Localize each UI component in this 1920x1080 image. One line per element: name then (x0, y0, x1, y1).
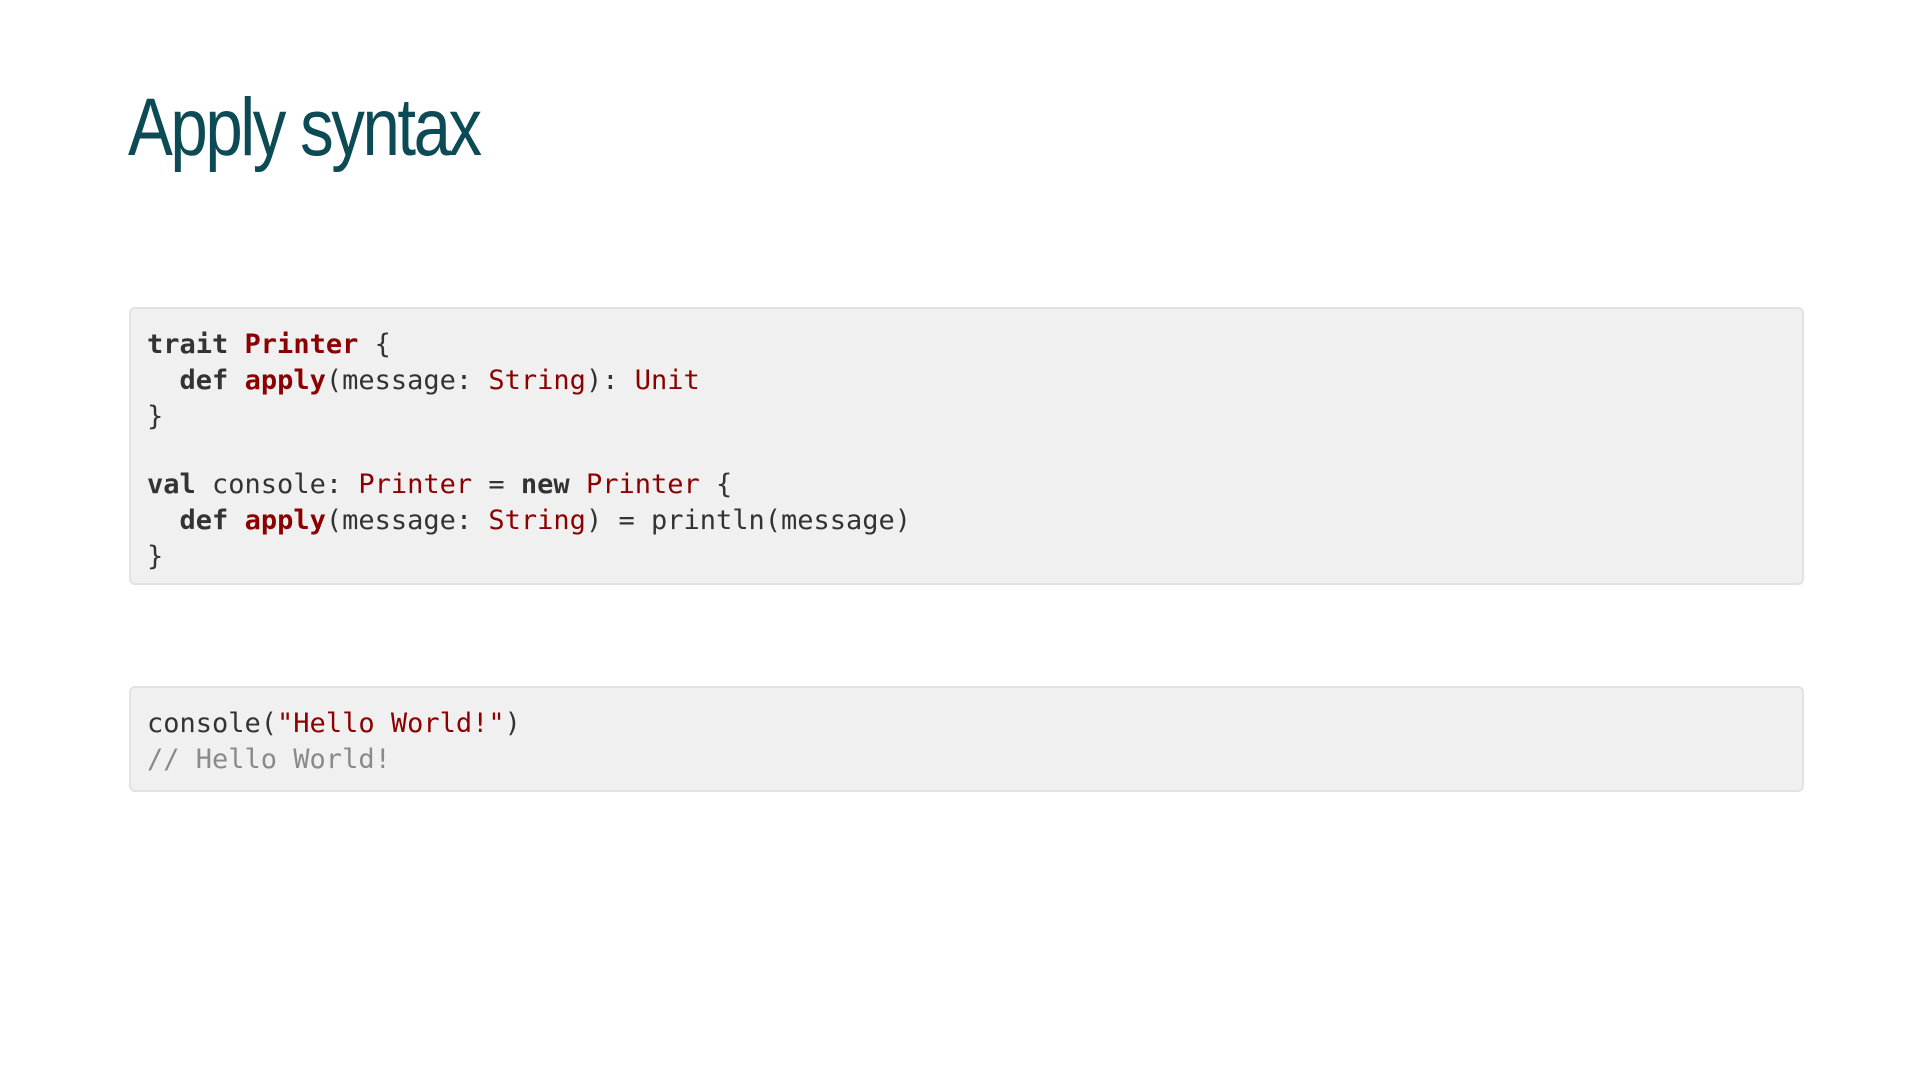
code-text: console( (147, 708, 278, 739)
keyword: def (179, 365, 229, 396)
code-text: (message: (325, 365, 489, 396)
keyword: val (147, 469, 196, 500)
type-name: Printer (244, 329, 359, 360)
type-name: Printer (585, 469, 700, 500)
slide-title: Apply syntax (128, 82, 482, 173)
code-line: trait Printer { (147, 327, 1786, 363)
keyword: def (179, 505, 229, 536)
type-name: Printer (358, 469, 473, 500)
code-text: } (147, 541, 164, 572)
code-text: console: (195, 469, 359, 500)
code-text: { (358, 329, 391, 360)
string-literal: "Hello World!" (277, 708, 505, 739)
type-name: String (488, 505, 586, 536)
function-name: apply (244, 365, 326, 396)
code-line: def apply(message: String): Unit (147, 363, 1786, 399)
keyword: trait (147, 329, 229, 360)
code-block-usage-example: console("Hello World!")// Hello World! (129, 686, 1804, 792)
code-line: // Hello World! (147, 742, 1786, 778)
type-name: String (488, 365, 586, 396)
code-text: { (699, 469, 733, 500)
code-line: console("Hello World!") (147, 706, 1786, 742)
code-line: } (147, 539, 1786, 575)
slide: Apply syntax trait Printer { def apply(m… (0, 0, 1920, 1080)
code-line: } (147, 399, 1786, 435)
code-block-trait-definition: trait Printer { def apply(message: Strin… (129, 307, 1804, 585)
code-comment: // Hello World! (147, 744, 391, 775)
code-text: ) (504, 708, 521, 739)
code-line: val console: Printer = new Printer { (147, 467, 1786, 503)
keyword: new (520, 469, 570, 500)
type-name: Unit (634, 365, 700, 396)
code-text: } (147, 401, 164, 432)
code-text: (message: (325, 505, 489, 536)
code-text: ): (585, 365, 635, 396)
code-line: def apply(message: String) = println(mes… (147, 503, 1786, 539)
code-text: ) = println(message) (585, 505, 912, 536)
code-text: = (472, 469, 521, 500)
function-name: apply (244, 505, 326, 536)
